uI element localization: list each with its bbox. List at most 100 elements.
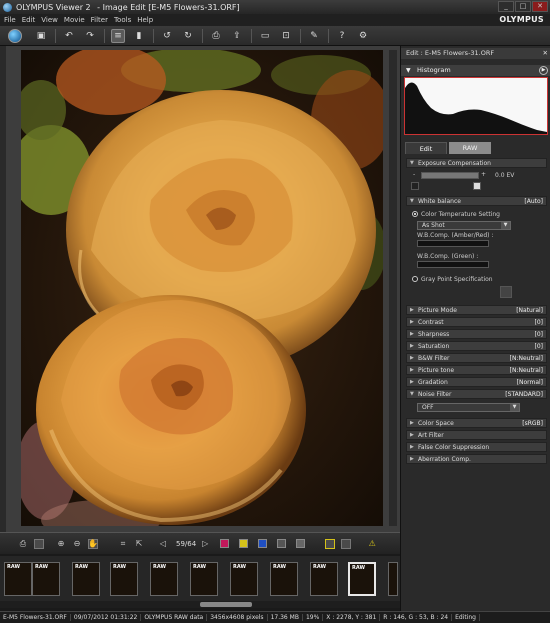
zoom-out-icon[interactable]: ⊖: [72, 539, 82, 549]
false-color-suppression-section[interactable]: ▶ False Color Suppression: [406, 442, 547, 452]
warning-icon[interactable]: ⚠: [367, 539, 377, 549]
thumbnail[interactable]: RAW: [150, 562, 178, 596]
menu-help[interactable]: Help: [137, 16, 153, 24]
status-rgb: R : 146, G : 53, B : 24: [380, 614, 453, 621]
rotate-right-icon[interactable]: ↻: [181, 29, 195, 43]
fit-icon[interactable]: [34, 538, 44, 549]
maximize-button[interactable]: □: [515, 1, 531, 12]
wb-green-slider[interactable]: [417, 261, 489, 268]
info-icon[interactable]: ▮: [132, 29, 146, 43]
single-view-icon[interactable]: [325, 538, 336, 549]
wb-preset-select[interactable]: As Shot ▼: [417, 221, 511, 230]
tag-magenta-icon[interactable]: [220, 539, 230, 548]
picture-tone-section[interactable]: ▶ Picture tone [N:Neutral]: [406, 365, 547, 375]
settings-icon[interactable]: ⚙: [356, 29, 370, 43]
thumbnail[interactable]: RAW: [190, 562, 218, 596]
hand-tool-icon[interactable]: ✋: [88, 538, 98, 549]
zoom-in-icon[interactable]: ⊕: [56, 539, 66, 549]
thumbnail[interactable]: RAW: [230, 562, 258, 596]
wb-amber-slider[interactable]: [417, 240, 489, 247]
toolbar-separator: [202, 28, 203, 43]
next-image-button[interactable]: ▷: [200, 539, 210, 549]
menu-filter[interactable]: Filter: [91, 16, 108, 24]
panel-view-icon[interactable]: ≡: [111, 28, 125, 43]
tag-frame-icon[interactable]: [296, 539, 306, 548]
thumbnail[interactable]: RAW: [4, 562, 32, 596]
menu-file[interactable]: File: [4, 16, 16, 24]
toolbar-separator: [104, 28, 105, 43]
minimize-button[interactable]: _: [498, 1, 514, 12]
bw-filter-section[interactable]: ▶ B&W Filter [N:Neutral]: [406, 353, 547, 363]
noise-filter-select[interactable]: OFF ▼: [417, 403, 520, 412]
thumbnail[interactable]: [388, 562, 398, 596]
expand-icon: ▶: [410, 307, 414, 313]
expand-icon: ▶: [410, 343, 414, 349]
tag-blue-icon[interactable]: [258, 539, 268, 548]
print-icon[interactable]: ⎙: [209, 29, 223, 43]
exposure-minus[interactable]: -: [413, 171, 415, 178]
rotate-left-icon[interactable]: ↺: [160, 29, 174, 43]
compare-icon[interactable]: ▭: [258, 29, 272, 43]
close-button[interactable]: ✕: [532, 1, 548, 12]
resize-icon[interactable]: ⊡: [279, 29, 293, 43]
right-scrollbar[interactable]: [389, 50, 397, 526]
exposure-slider[interactable]: [421, 172, 479, 179]
crop-icon[interactable]: ⌗: [118, 539, 128, 549]
menu-tools[interactable]: Tools: [114, 16, 131, 24]
picture-mode-section[interactable]: ▶ Picture Mode [Natural]: [406, 305, 547, 315]
share-icon[interactable]: ⇪: [230, 29, 244, 43]
tab-raw[interactable]: RAW: [449, 142, 491, 154]
redo-icon[interactable]: ↷: [83, 29, 97, 43]
contrast-section[interactable]: ▶ Contrast [0]: [406, 317, 547, 327]
filmstrip-scrollbar[interactable]: [0, 601, 400, 608]
home-icon[interactable]: [8, 28, 22, 43]
exposure-plus[interactable]: +: [481, 171, 486, 178]
exposure-reset-dark-icon[interactable]: [411, 182, 419, 190]
saturation-section[interactable]: ▶ Saturation [0]: [406, 341, 547, 351]
prev-image-button[interactable]: ◁: [158, 539, 168, 549]
photo-canvas[interactable]: [21, 50, 383, 526]
color-temp-radio[interactable]: [412, 211, 418, 217]
thumbnail[interactable]: RAW: [72, 562, 100, 596]
gray-point-radio[interactable]: [412, 276, 418, 282]
exposure-reset-light-icon[interactable]: [473, 182, 481, 190]
export-icon[interactable]: ⇱: [134, 539, 144, 549]
eyedropper-icon[interactable]: [500, 286, 512, 298]
menu-view[interactable]: View: [41, 16, 58, 24]
sharpness-section[interactable]: ▶ Sharpness [0]: [406, 329, 547, 339]
histogram-header[interactable]: ▼ Histogram ▶: [401, 65, 550, 76]
noise-filter-section[interactable]: ▼ Noise Filter [STANDARD]: [406, 389, 547, 399]
viewer-toolbar: ⎙ ⊕ ⊖ ✋ ⌗ ⇱ ◁ 59/64 ▷ ⚠: [0, 532, 400, 554]
undo-icon[interactable]: ↶: [62, 29, 76, 43]
histogram-play-icon[interactable]: ▶: [539, 66, 548, 75]
color-space-section[interactable]: ▶ Color Space [sRGB]: [406, 418, 547, 428]
aberration-comp-section[interactable]: ▶ Aberration Comp.: [406, 454, 547, 464]
expand-icon: ▶: [410, 331, 414, 337]
thumbnail-selected[interactable]: RAW: [348, 562, 376, 596]
tag-grid-icon[interactable]: [277, 539, 287, 548]
menu-edit[interactable]: Edit: [22, 16, 36, 24]
histogram-graph: [405, 82, 547, 134]
thumbnail[interactable]: RAW: [310, 562, 338, 596]
print-icon[interactable]: ⎙: [18, 539, 28, 549]
exposure-compensation-section[interactable]: ▼ Exposure Compensation: [406, 158, 547, 168]
gradation-section[interactable]: ▶ Gradation [Normal]: [406, 377, 547, 387]
left-scrollbar[interactable]: [0, 46, 6, 532]
menu-bar: File Edit View Movie Filter Tools Help O…: [0, 14, 550, 26]
scroll-thumb[interactable]: [200, 602, 252, 607]
close-icon[interactable]: ✕: [543, 48, 548, 59]
thumbnail[interactable]: RAW: [270, 562, 298, 596]
expand-icon: ▶: [410, 379, 414, 385]
title-bar: OLYMPUS Viewer 2 - Image Edit [E-M5 Flow…: [0, 0, 550, 14]
menu-movie[interactable]: Movie: [64, 16, 85, 24]
art-filter-section[interactable]: ▶ Art Filter: [406, 430, 547, 440]
white-balance-section[interactable]: ▼ White balance [Auto]: [406, 196, 547, 206]
edit-icon[interactable]: ✎: [307, 29, 321, 43]
help-icon[interactable]: ?: [335, 29, 349, 43]
thumbnail[interactable]: RAW: [32, 562, 60, 596]
tag-yellow-icon[interactable]: [239, 539, 249, 548]
dual-view-icon[interactable]: [341, 538, 352, 549]
tab-edit[interactable]: Edit: [405, 142, 447, 154]
save-icon[interactable]: ▣: [34, 29, 48, 43]
thumbnail[interactable]: RAW: [110, 562, 138, 596]
